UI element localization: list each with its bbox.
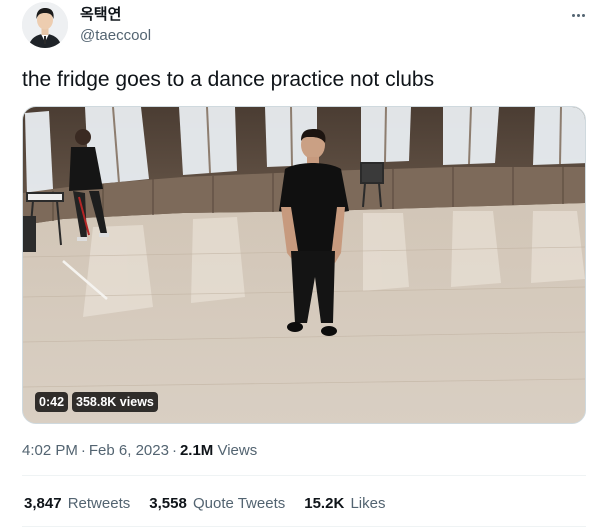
dot [581,13,585,17]
tweet: 옥택연 @taeccool the fridge goes to a dance… [0,0,597,527]
quote-tweets-label: Quote Tweets [192,495,286,512]
divider [22,475,586,476]
retweets-count: 3,847 [24,495,62,512]
quote-tweets-count: 3,558 [149,495,187,512]
tweet-date[interactable]: Feb 6, 2023 [89,442,169,459]
more-options-icon[interactable] [567,6,589,24]
likes-stat[interactable]: 15.2K Likes [304,495,385,513]
dot [571,13,575,17]
video-thumbnail [23,107,585,423]
video-badge: 0:42 358.8K views [35,392,158,412]
author-handle[interactable]: @taeccool [80,27,151,45]
tweet-meta: 4:02 PM · Feb 6, 2023 · 2.1M Views [22,442,257,460]
engagement-stats: 3,847 Retweets 3,558 Quote Tweets 15.2K … [24,495,404,513]
video-player[interactable]: 0:42 358.8K views [22,106,586,424]
quote-tweets-stat[interactable]: 3,558 Quote Tweets [149,495,285,513]
author-display-name[interactable]: 옥택연 [80,6,121,24]
video-view-count: 358.8K views [72,392,158,412]
retweets-label: Retweets [67,495,131,512]
view-count: 2.1M [179,442,214,459]
video-duration: 0:42 [35,392,69,412]
tweet-time[interactable]: 4:02 PM [22,442,78,459]
likes-count: 15.2K [304,495,345,512]
dot [576,13,580,17]
retweets-stat[interactable]: 3,847 Retweets [24,495,130,513]
author-avatar[interactable] [22,2,68,48]
separator-dot: · [80,442,86,459]
likes-label: Likes [350,495,386,512]
view-label: Views [217,442,258,459]
avatar-photo [22,2,68,48]
separator-dot: · [171,442,177,459]
tweet-text: the fridge goes to a dance practice not … [22,68,435,91]
